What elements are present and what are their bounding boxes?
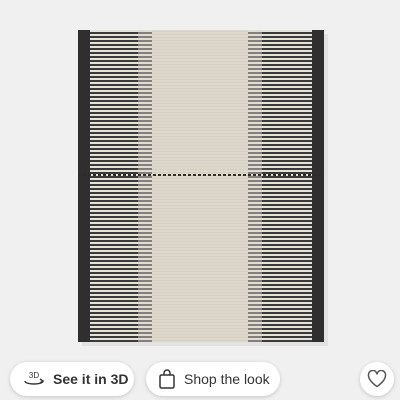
shop-the-look-label: Shop the look bbox=[184, 371, 270, 387]
see-in-3d-button[interactable]: 3D See it in 3D bbox=[10, 362, 134, 396]
rug-product-image bbox=[78, 30, 328, 346]
favorite-button[interactable] bbox=[360, 362, 394, 396]
see-in-3d-label: See it in 3D bbox=[53, 371, 129, 387]
product-gallery: 3D See it in 3D Shop the look bbox=[0, 0, 400, 400]
shopping-bag-icon bbox=[159, 369, 175, 389]
rug-center-panel bbox=[152, 30, 248, 342]
shop-the-look-button[interactable]: Shop the look bbox=[146, 362, 280, 396]
svg-text:3D: 3D bbox=[29, 371, 39, 380]
heart-icon bbox=[367, 370, 387, 388]
3d-rotate-icon: 3D bbox=[24, 371, 45, 385]
